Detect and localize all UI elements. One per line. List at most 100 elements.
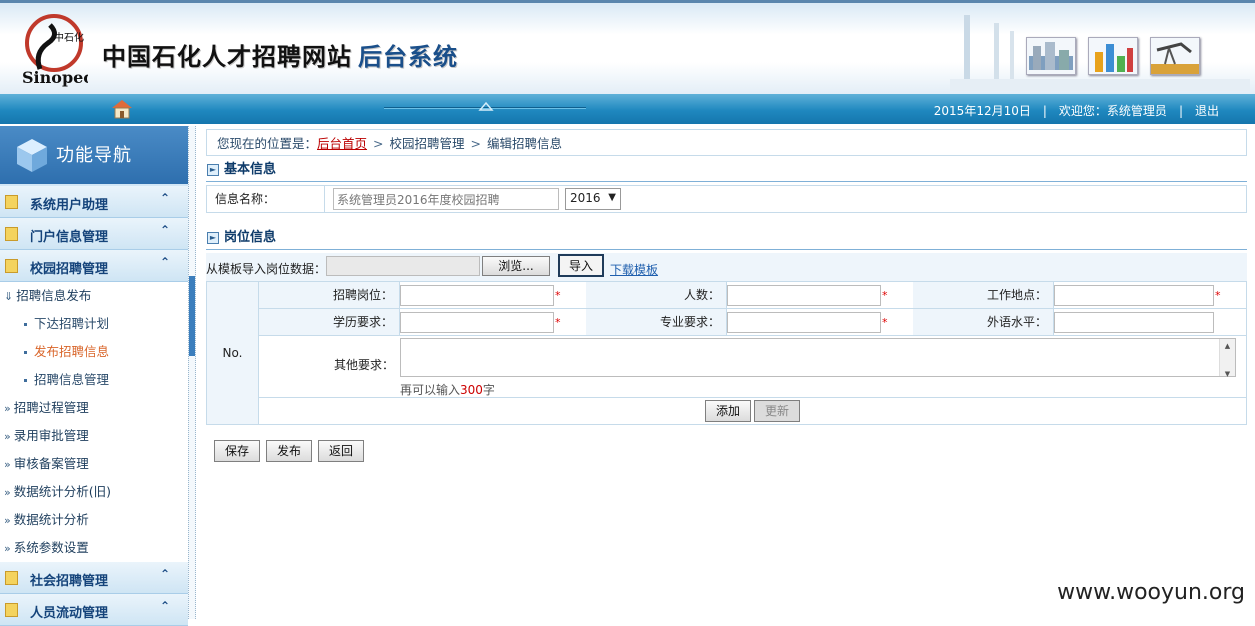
info-name-input[interactable] (333, 188, 559, 210)
svg-text:中石化: 中石化 (54, 31, 84, 44)
breadcrumb-separator: > (373, 136, 383, 151)
other-label: 其他要求： (259, 336, 400, 397)
chevron-up-icon: ⌃ (160, 223, 170, 237)
download-template-link[interactable]: 下载模板 (610, 261, 658, 278)
nav-group-social-recruit[interactable]: 社会招聘管理 ⌃ (0, 562, 188, 594)
nav-group-portal-info[interactable]: 门户信息管理 ⌃ (0, 218, 188, 250)
current-date: 2015年12月10日 (934, 104, 1031, 118)
nav-item-label: 审核备案管理 (14, 456, 89, 471)
nav-group-label: 校园招聘管理 (30, 258, 108, 277)
nav-item-stats[interactable]: »数据统计分析 (0, 506, 188, 534)
watermark: www.wooyun.org (1057, 580, 1245, 605)
language-input[interactable] (1054, 312, 1214, 333)
publish-button[interactable]: 发布 (266, 440, 312, 462)
count-label: 人数： (586, 282, 727, 308)
logout-link[interactable]: 退出 (1195, 104, 1219, 118)
nav-group-campus-recruit[interactable]: 校园招聘管理 ⌃ (0, 250, 188, 282)
major-input[interactable] (727, 312, 881, 333)
year-select-value: 2016 (570, 191, 601, 205)
table-row: 招聘岗位： * 人数： * 工作地点： * (259, 282, 1246, 309)
char-remaining-suffix: 字 (483, 383, 495, 397)
nav-sub-label: 发布招聘信息 (34, 344, 109, 359)
nav-sub-label: 招聘信息管理 (34, 372, 109, 387)
nav-group-personnel-flow[interactable]: 人员流动管理 ⌃ (0, 594, 188, 626)
required-mark: * (555, 316, 561, 329)
dropdown-arrow-icon: ▼ (608, 192, 616, 203)
char-remaining-prefix: 再可以输入 (400, 383, 460, 397)
year-select[interactable]: 2016 ▼ (565, 188, 621, 210)
double-chevron-icon: » (4, 458, 11, 471)
folder-icon (5, 259, 18, 273)
language-label: 外语水平： (913, 309, 1054, 335)
welcome-text: 欢迎您：系统管理员 (1059, 104, 1167, 118)
section-job-info: ► 岗位信息 (206, 226, 1247, 250)
user-info: 2015年12月10日|欢迎您：系统管理员|退出 (934, 102, 1219, 119)
save-button[interactable]: 保存 (214, 440, 260, 462)
char-remaining: 再可以输入300字 (400, 381, 495, 398)
education-input[interactable] (400, 312, 554, 333)
collapse-header-icon[interactable] (476, 98, 496, 118)
oil-pump-icon (1150, 37, 1200, 75)
section-title: 岗位信息 (224, 230, 276, 245)
folder-icon (5, 227, 18, 241)
count-input[interactable] (727, 285, 881, 306)
double-chevron-icon: » (4, 542, 11, 555)
nav-sub-label: 下达招聘计划 (34, 316, 109, 331)
section-title: 基本信息 (224, 162, 276, 177)
header: 中石化 Sinopec 中国石化人才招聘网站后台系统 (0, 0, 1255, 94)
major-label: 专业要求： (586, 309, 727, 335)
required-mark: * (555, 289, 561, 302)
nav-item-label: 数据统计分析(旧) (14, 484, 111, 499)
import-button[interactable]: 导入 (558, 254, 604, 277)
breadcrumb-prefix: 您现在的位置是： (217, 136, 317, 151)
position-input[interactable] (400, 285, 554, 306)
chevron-up-icon: ⌃ (160, 255, 170, 269)
section-icon: ► (207, 232, 219, 244)
double-chevron-icon: » (4, 430, 11, 443)
chevron-up-icon: ⌃ (160, 567, 170, 581)
nav-item-label: 数据统计分析 (14, 512, 89, 527)
add-button[interactable]: 添加 (705, 400, 751, 422)
position-label: 招聘岗位： (259, 282, 400, 308)
sidebar-collapse-handle[interactable] (189, 276, 195, 356)
nav-item-stats-old[interactable]: »数据统计分析(旧) (0, 478, 188, 506)
breadcrumb-level1: 校园招聘管理 (390, 136, 465, 151)
double-chevron-icon: » (4, 486, 11, 499)
back-button[interactable]: 返回 (318, 440, 364, 462)
info-name-label: 信息名称： (207, 186, 325, 212)
education-label: 学历要求： (259, 309, 400, 335)
section-basic-info: ► 基本信息 (206, 158, 1247, 182)
nav-item-process[interactable]: »招聘过程管理 (0, 394, 188, 422)
cube-icon (14, 136, 50, 174)
other-requirements-textarea[interactable]: ▲▼ (400, 338, 1236, 377)
home-icon[interactable] (110, 98, 134, 120)
breadcrumb-home-link[interactable]: 后台首页 (317, 136, 367, 151)
site-title-sub: 后台系统 (358, 42, 458, 71)
nav-sub-publish-info[interactable]: 发布招聘信息 (0, 338, 188, 366)
bullet-icon (24, 351, 27, 354)
nav-item-label: 招聘信息发布 (16, 288, 91, 303)
section-icon: ► (207, 164, 219, 176)
separator: | (1179, 104, 1183, 118)
import-row: 从模板导入岗位数据： 浏览... 导入 下载模板 (206, 253, 1247, 281)
char-remaining-count: 300 (460, 383, 483, 397)
update-button[interactable]: 更新 (754, 400, 800, 422)
breadcrumb-level2: 编辑招聘信息 (487, 136, 562, 151)
nav-item-settings[interactable]: »系统参数设置 (0, 534, 188, 562)
top-bar: 2015年12月10日|欢迎您：系统管理员|退出 (0, 94, 1255, 124)
location-input[interactable] (1054, 285, 1214, 306)
import-label: 从模板导入岗位数据： (206, 260, 326, 277)
nav-group-system-users[interactable]: 系统用户助理 ⌃ (0, 186, 188, 218)
file-path-input[interactable] (326, 256, 480, 276)
textarea-scrollbar[interactable]: ▲▼ (1219, 339, 1235, 376)
nav-sub-plan[interactable]: 下达招聘计划 (0, 310, 188, 338)
main-content: 您现在的位置是：后台首页>校园招聘管理>编辑招聘信息 ►基本信息 信息名称： 2… (206, 129, 1247, 619)
required-mark: * (1215, 289, 1221, 302)
nav-item-approval[interactable]: »录用审批管理 (0, 422, 188, 450)
browse-button[interactable]: 浏览... (482, 256, 550, 276)
nav-sub-info-manage[interactable]: 招聘信息管理 (0, 366, 188, 394)
nav-item-audit[interactable]: »审核备案管理 (0, 450, 188, 478)
chevron-up-icon: ⌃ (160, 191, 170, 205)
sidebar-toggle-bar[interactable] (188, 126, 196, 619)
nav-item-recruit-publish[interactable]: ⇓招聘信息发布 (0, 282, 188, 310)
